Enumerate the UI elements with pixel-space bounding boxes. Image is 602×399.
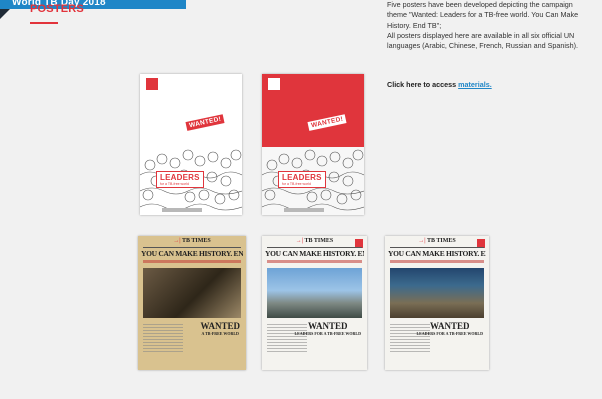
masthead-rule xyxy=(143,247,241,248)
wanted-title: WANTED xyxy=(307,321,348,331)
wanted-subtitle: LEADERS FOR A TB-FREE WORLD xyxy=(416,331,483,336)
poster-tag xyxy=(146,78,158,90)
newspaper-columns xyxy=(143,324,183,354)
newspaper-masthead: →| TB TIMES xyxy=(418,238,456,244)
newspaper-wanted: WANTED LEADERS FOR A TB-FREE WORLD xyxy=(416,321,483,337)
wanted-title: WANTED xyxy=(429,321,470,331)
poster-tb-times-general-assembly[interactable]: →| TB TIMES YOU CAN MAKE HISTORY. END TB… xyxy=(385,236,489,370)
section-title-rule xyxy=(30,22,58,24)
intro-text: Five posters have been developed depicti… xyxy=(387,0,592,51)
newspaper-subheadline xyxy=(143,260,241,263)
poster-leaders-subtitle: for a TB-free world xyxy=(282,182,311,186)
poster-tb-times-un-building[interactable]: →| TB TIMES YOU CAN MAKE HISTORY. END TB… xyxy=(262,236,367,370)
poster-wanted-sign: WANTED! xyxy=(307,114,347,131)
banner-corner-fold xyxy=(0,9,10,19)
newspaper-headline: YOU CAN MAKE HISTORY. END TB xyxy=(265,249,364,258)
intro-line-1: Five posters have been developed depicti… xyxy=(387,0,579,30)
newspaper-headline: YOU CAN MAKE HISTORY. END TB xyxy=(141,249,243,258)
masthead-rule xyxy=(267,247,362,248)
access-prefix: Click here to access xyxy=(387,80,459,89)
poster-tb-times-sepia[interactable]: →| TB TIMES YOU CAN MAKE HISTORY. END TB… xyxy=(138,236,246,370)
newspaper-headline: YOU CAN MAKE HISTORY. END TB xyxy=(388,249,486,258)
access-materials-text: Click here to access materials. xyxy=(387,80,492,89)
wanted-subtitle: LEADERS FOR A TB-FREE WORLD xyxy=(294,331,361,336)
newspaper-wanted: WANTED A TB-FREE WORLD xyxy=(200,321,240,337)
poster-wanted-sign: WANTED! xyxy=(185,114,225,131)
newspaper-wanted: WANTED LEADERS FOR A TB-FREE WORLD xyxy=(294,321,361,337)
poster-wanted-leaders-white[interactable]: WANTED! LEADERS for a TB-free world xyxy=(140,74,242,215)
newspaper-photo xyxy=(390,268,484,318)
newspaper-photo xyxy=(143,268,241,318)
masthead-rule xyxy=(390,247,484,248)
section-title: POSTERS xyxy=(30,3,84,15)
newspaper-subheadline xyxy=(390,260,484,263)
poster-leaders-subtitle: for a TB-free world xyxy=(160,182,189,186)
poster-wanted-leaders-red[interactable]: WANTED! LEADERS for a TB-free world xyxy=(262,74,364,215)
newspaper-masthead: →| TB TIMES xyxy=(295,238,334,244)
campaign-banner: World TB Day 2018 xyxy=(0,0,186,9)
poster-leaders-title: LEADERS xyxy=(160,173,200,182)
newspaper-photo xyxy=(267,268,362,318)
poster-tag xyxy=(268,78,280,90)
masthead-text: TB TIMES xyxy=(181,238,211,244)
intro-line-2: All posters displayed here are available… xyxy=(387,30,578,51)
newspaper-subheadline xyxy=(267,260,362,263)
poster-leaders-box: LEADERS for a TB-free world xyxy=(278,171,326,188)
masthead-text: TB TIMES xyxy=(304,238,334,244)
poster-logos xyxy=(162,208,202,212)
materials-link[interactable]: materials. xyxy=(458,80,492,89)
masthead-text: TB TIMES xyxy=(426,238,456,244)
newspaper-masthead: →| TB TIMES xyxy=(173,238,211,244)
wanted-title: WANTED xyxy=(200,321,240,331)
poster-leaders-box: LEADERS for a TB-free world xyxy=(156,171,204,188)
poster-logos xyxy=(284,208,324,212)
poster-leaders-title: LEADERS xyxy=(282,173,322,182)
wanted-subtitle: A TB-FREE WORLD xyxy=(201,331,239,336)
